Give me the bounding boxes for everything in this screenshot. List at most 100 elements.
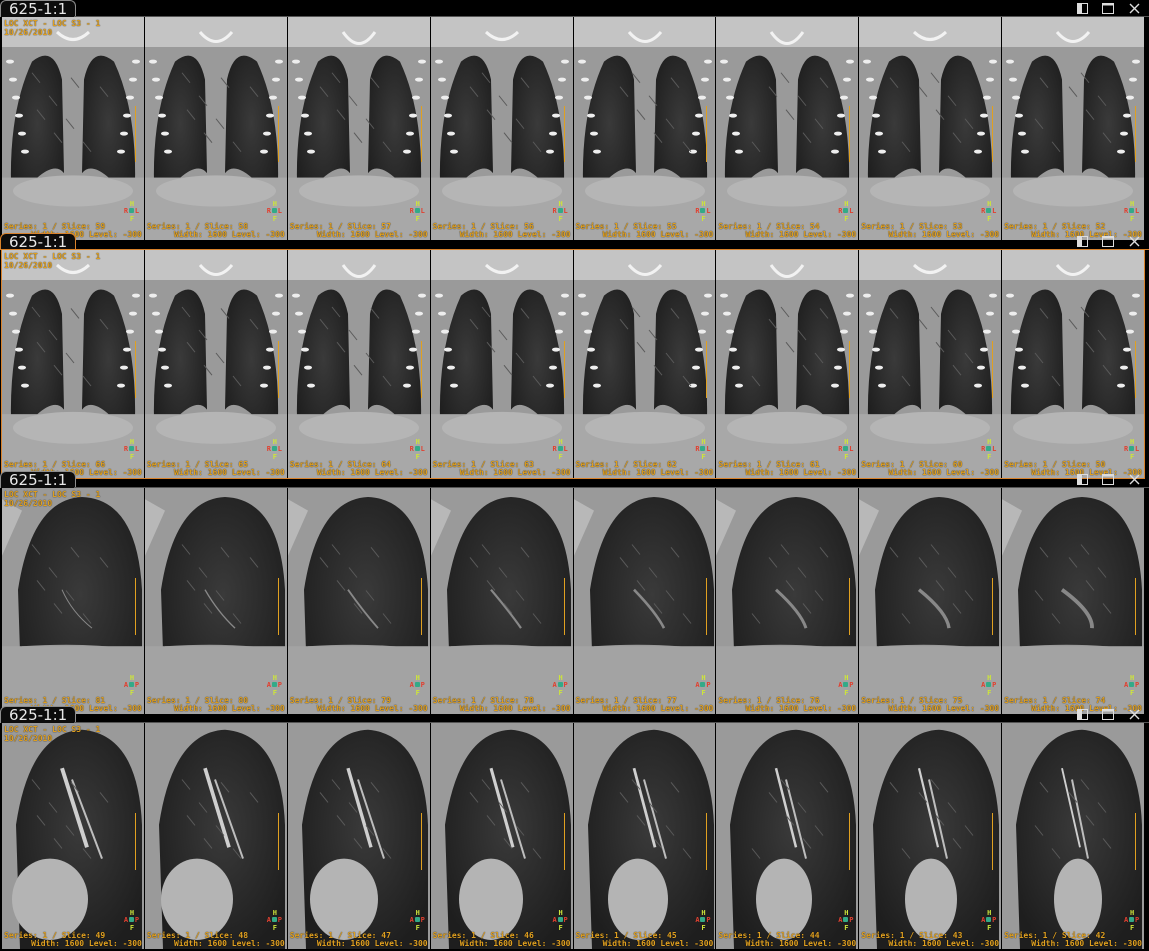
image-viewport[interactable]: H R L F Series: 1 / Slice: 52 Width: 1600… xyxy=(1002,17,1144,240)
orientation-marker: H R L F xyxy=(1124,438,1140,461)
image-viewport[interactable]: H R L F Series: 1 / Slice: 57 Width: 1600… xyxy=(287,17,430,240)
orient-bottom: F xyxy=(844,215,849,224)
image-viewport[interactable]: H R L F Series: 1 / Slice: 65 Width: 1600… xyxy=(144,250,287,478)
orientation-marker: H A P F xyxy=(1124,673,1140,697)
window-controls xyxy=(1075,233,1141,250)
orient-top: H xyxy=(272,673,277,682)
study-name: LOC XCT - LOC S3 - 1 xyxy=(4,490,101,499)
image-viewport[interactable]: LOC XCT - LOC S3 - 1 10/26/2010 H R L F … xyxy=(2,17,144,240)
orientation-cube-icon xyxy=(986,208,992,214)
orientation-cube-icon xyxy=(557,916,563,922)
image-grid: LOC XCT - LOC S3 - 1 10/26/2010 H R L F … xyxy=(1,249,1145,479)
image-viewport[interactable]: H A P F Series: 1 / Slice: 77 Width: 1600… xyxy=(573,488,716,714)
orient-bottom: F xyxy=(415,452,420,461)
orientation-marker: H R L F xyxy=(838,200,854,224)
image-viewport[interactable]: H R L F Series: 1 / Slice: 54 Width: 1600… xyxy=(716,17,859,240)
close-icon[interactable] xyxy=(1127,235,1141,249)
scale-ruler xyxy=(420,106,425,162)
orientation-cube-icon xyxy=(128,445,134,451)
panel-tab[interactable]: 625-1:1 xyxy=(0,706,77,723)
image-viewport[interactable]: H R L F Series: 1 / Slice: 61 Width: 1600… xyxy=(716,250,859,478)
maximize-icon[interactable] xyxy=(1101,473,1115,487)
scale-ruler xyxy=(563,341,568,399)
scale-ruler xyxy=(134,341,139,399)
image-viewport[interactable]: H A P F Series: 1 / Slice: 80 Width: 1600… xyxy=(144,488,287,714)
orient-right: P xyxy=(134,915,140,924)
image-viewport[interactable]: H A P F Series: 1 / Slice: 76 Width: 1600… xyxy=(716,488,859,714)
close-icon[interactable] xyxy=(1127,2,1141,16)
orientation-marker: H A P F xyxy=(124,674,140,697)
layout-icon[interactable] xyxy=(1075,708,1089,722)
image-viewport[interactable]: H A P F Series: 1 / Slice: 42 Width: 1600… xyxy=(1002,723,1144,949)
image-viewport[interactable]: H R L F Series: 1 / Slice: 64 Width: 1600… xyxy=(287,250,430,478)
orient-bottom: F xyxy=(701,688,706,697)
image-viewport[interactable]: H A P F Series: 1 / Slice: 75 Width: 1600… xyxy=(859,488,1002,714)
orient-right: L xyxy=(563,444,568,453)
orient-left: A xyxy=(409,680,414,689)
panel-tab[interactable]: 625-1:1 xyxy=(0,233,77,250)
orient-right: L xyxy=(134,444,140,453)
image-viewport[interactable]: H R L F Series: 1 / Slice: 56 Width: 1600… xyxy=(430,17,573,240)
orientation-cube-icon xyxy=(414,916,420,922)
image-viewport[interactable]: H R L F Series: 1 / Slice: 63 Width: 1600… xyxy=(430,250,573,478)
image-viewport[interactable]: H A P F Series: 1 / Slice: 44 Width: 1600… xyxy=(716,723,859,949)
image-viewport[interactable]: H R L F Series: 1 / Slice: 55 Width: 1600… xyxy=(573,17,716,240)
orientation-marker: H A P F xyxy=(1124,909,1140,932)
orientation-marker: H A P F xyxy=(695,674,711,697)
scale-ruler xyxy=(277,813,282,870)
image-viewport[interactable]: H R L F Series: 1 / Slice: 58 Width: 1600… xyxy=(144,17,287,240)
layout-icon[interactable] xyxy=(1075,2,1089,16)
image-viewport[interactable]: H A P F Series: 1 / Slice: 45 Width: 1600… xyxy=(573,723,716,949)
orient-left: A xyxy=(838,915,843,924)
close-icon[interactable] xyxy=(1127,708,1141,722)
layout-icon[interactable] xyxy=(1075,235,1089,249)
orientation-marker: H R L F xyxy=(553,438,569,461)
maximize-icon[interactable] xyxy=(1101,235,1115,249)
panel-tab[interactable]: 625-1:1 xyxy=(0,471,77,488)
orient-right: P xyxy=(992,915,997,924)
image-viewport[interactable]: H R L F Series: 1 / Slice: 53 Width: 1600… xyxy=(859,17,1002,240)
orient-left: A xyxy=(409,915,414,924)
image-viewport[interactable]: LOC XCT - LOC S3 - 1 10/26/2010 H A P F … xyxy=(2,488,144,714)
orient-left: R xyxy=(409,444,414,453)
scale-ruler xyxy=(563,106,568,162)
window-controls xyxy=(1075,706,1141,723)
orient-bottom: F xyxy=(558,215,563,224)
orient-bottom: F xyxy=(129,452,135,461)
image-viewport[interactable]: H A P F Series: 1 / Slice: 78 Width: 1600… xyxy=(430,488,573,714)
layout-icon[interactable] xyxy=(1075,473,1089,487)
orient-bottom: F xyxy=(272,215,277,224)
maximize-icon[interactable] xyxy=(1101,708,1115,722)
image-viewport[interactable]: H A P F Series: 1 / Slice: 46 Width: 1600… xyxy=(430,723,573,949)
orient-left: R xyxy=(409,207,414,216)
image-viewport[interactable]: H R L F Series: 1 / Slice: 50 Width: 1600… xyxy=(1002,250,1144,478)
orientation-cube-icon xyxy=(700,681,706,687)
image-viewport[interactable]: H A P F Series: 1 / Slice: 43 Width: 1600… xyxy=(859,723,1002,949)
orient-left: A xyxy=(838,680,843,689)
image-viewport[interactable]: H A P F Series: 1 / Slice: 47 Width: 1600… xyxy=(287,723,430,949)
scale-ruler xyxy=(849,813,853,870)
panel-tab[interactable]: 625-1:1 xyxy=(0,0,77,17)
orient-top: H xyxy=(1130,673,1135,682)
image-viewport[interactable]: H A P F Series: 1 / Slice: 79 Width: 1600… xyxy=(287,488,430,714)
image-viewport[interactable]: LOC XCT - LOC S3 - 1 10/26/2010 H A P F … xyxy=(2,723,144,949)
orient-bottom: F xyxy=(272,452,277,461)
orientation-marker: H A P F xyxy=(409,909,426,932)
image-viewport[interactable]: LOC XCT - LOC S3 - 1 10/26/2010 H R L F … xyxy=(2,250,144,478)
orientation-cube-icon xyxy=(700,916,706,922)
orient-right: P xyxy=(420,915,425,924)
maximize-icon[interactable] xyxy=(1101,2,1115,16)
scale-ruler xyxy=(1135,813,1139,870)
image-viewport[interactable]: H A P F Series: 1 / Slice: 48 Width: 1600… xyxy=(144,723,287,949)
orient-right: L xyxy=(1135,207,1140,216)
window-level-label: Width: 1600 Level: -300 xyxy=(459,939,571,948)
orient-left: R xyxy=(695,444,700,453)
image-viewport[interactable]: H A P F Series: 1 / Slice: 74 Width: 1600… xyxy=(1002,488,1144,714)
orient-left: A xyxy=(981,680,986,689)
orient-right: L xyxy=(420,444,425,453)
orientation-cube-icon xyxy=(843,445,849,451)
image-viewport[interactable]: H R L F Series: 1 / Slice: 62 Width: 1600… xyxy=(573,250,716,478)
close-icon[interactable] xyxy=(1127,473,1141,487)
orient-top: H xyxy=(558,673,563,682)
image-viewport[interactable]: H R L F Series: 1 / Slice: 60 Width: 1600… xyxy=(859,250,1002,478)
